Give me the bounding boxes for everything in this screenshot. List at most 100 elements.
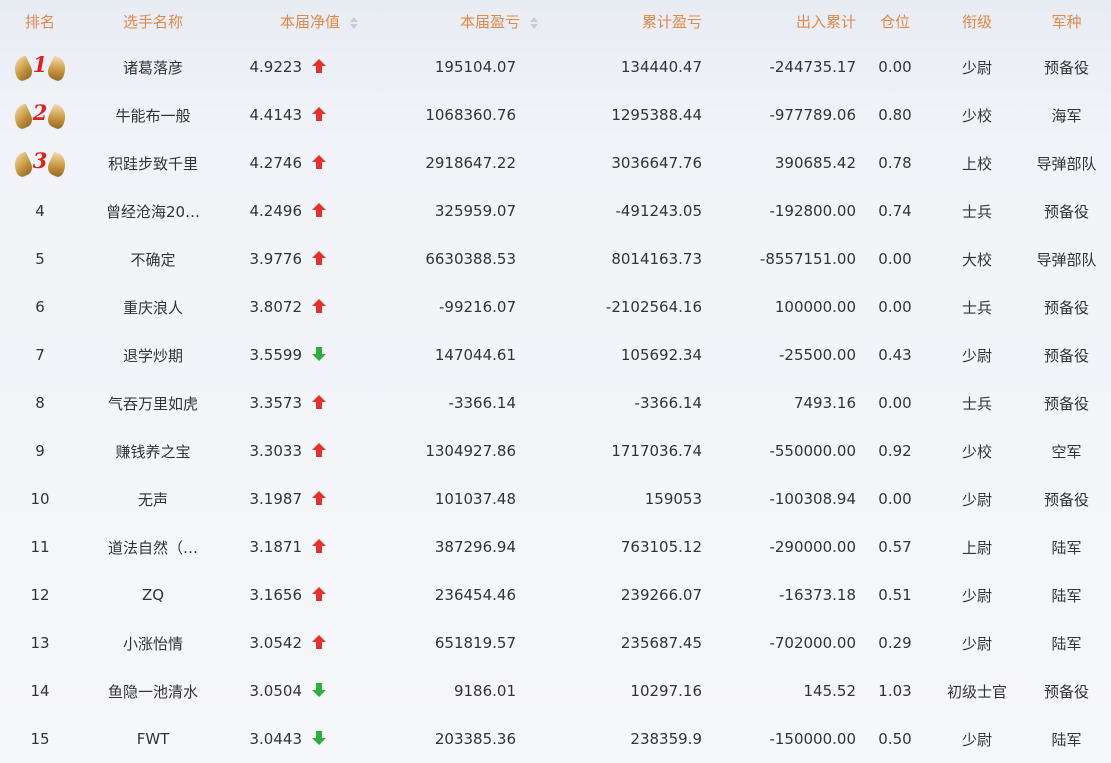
medal-wings-icon: 3 [10, 148, 70, 179]
player-name-text[interactable]: 鱼隐一池清水 [108, 683, 198, 701]
medal-rank-number: 1 [32, 52, 48, 77]
nav-number: 3.1871 [249, 538, 303, 556]
grade-value-text: 少尉 [961, 634, 992, 653]
cumulative-value-text: -491243.05 [615, 202, 702, 220]
position-value: 1.03 [858, 667, 932, 715]
header-row: 排名 选手名称 本届净值 本届盈亏 累计盈亏 出入累计 仓位 衔级 军种 [0, 0, 1111, 43]
table-row[interactable]: 7 退学炒期 3.5599 147044.61 105692.34 -25500.00 0.… [0, 331, 1111, 379]
ranking-table: 排名 选手名称 本届净值 本届盈亏 累计盈亏 出入累计 仓位 衔级 军种 1 诸葛… [0, 0, 1111, 763]
branch-value-text: 预备役 [1043, 490, 1089, 509]
player-name-text[interactable]: 牛能布一般 [115, 107, 190, 125]
header-nav-label[interactable]: 本届净值 [280, 13, 340, 31]
player-name-text[interactable]: 退学炒期 [123, 347, 183, 365]
table-row[interactable]: 14 鱼隐一池清水 3.0504 9186.01 10297.16 145.52 1.03 初… [0, 667, 1111, 715]
position-value-text: 0.00 [878, 298, 912, 316]
position-value-text: 0.50 [878, 730, 912, 748]
table-row[interactable]: 5 不确定 3.9776 6630388.53 8014163.73 -8557151.0… [0, 235, 1111, 283]
table-row[interactable]: 13 小涨怡情 3.0542 651819.57 235687.45 -702000.00… [0, 619, 1111, 667]
table-row[interactable]: 4 曾经沧海20… 4.2496 325959.07 -491243.05 -192800… [0, 187, 1111, 235]
player-name[interactable]: FWT [80, 715, 226, 763]
rank-cell: 15 [0, 715, 80, 763]
branch-value: 空军 [1022, 427, 1111, 475]
table-row[interactable]: 2 牛能布一般 4.4143 1068360.76 1295388.44 -977789.… [0, 91, 1111, 139]
flow-value-text: -977789.06 [769, 106, 856, 124]
player-name-text[interactable]: 赚钱养之宝 [115, 443, 190, 461]
header-branch: 军种 [1022, 0, 1111, 43]
player-name-text[interactable]: 积跬步致千里 [108, 155, 198, 173]
table-row[interactable]: 11 道法自然（… 3.1871 387296.94 763105.12 -290000.… [0, 523, 1111, 571]
grade-value-text: 士兵 [961, 298, 992, 317]
player-name[interactable]: 牛能布一般 [80, 91, 226, 139]
player-name[interactable]: 无声 [80, 475, 226, 523]
position-value-text: 0.00 [878, 490, 912, 508]
branch-value: 陆军 [1022, 523, 1111, 571]
player-name[interactable]: 小涨怡情 [80, 619, 226, 667]
cumulative-value-text: 105692.34 [620, 346, 702, 364]
player-name[interactable]: 道法自然（… [80, 523, 226, 571]
flow-value: -702000.00 [704, 619, 858, 667]
player-name-text[interactable]: 重庆浪人 [123, 299, 183, 317]
sort-icon[interactable] [350, 16, 358, 29]
player-name[interactable]: 赚钱养之宝 [80, 427, 226, 475]
flow-value-text: 145.52 [803, 682, 857, 700]
flow-value-text: -702000.00 [769, 634, 856, 652]
profit-value-text: 387296.94 [434, 538, 516, 556]
header-profit[interactable]: 本届盈亏 [368, 0, 548, 43]
player-name-text[interactable]: 气吞万里如虎 [108, 395, 198, 413]
profit-value-text: 651819.57 [434, 634, 516, 652]
player-name[interactable]: 气吞万里如虎 [80, 379, 226, 427]
player-name[interactable]: 重庆浪人 [80, 283, 226, 331]
header-nav[interactable]: 本届净值 [226, 0, 368, 43]
grade-value-text: 士兵 [961, 394, 992, 413]
player-name[interactable]: 退学炒期 [80, 331, 226, 379]
table-row[interactable]: 3 积跬步致千里 4.2746 2918647.22 3036647.76 390685.… [0, 139, 1111, 187]
player-name-text[interactable]: 道法自然（… [108, 539, 198, 557]
position-value-text: 0.00 [878, 58, 912, 76]
table-row[interactable]: 10 无声 3.1987 101037.48 159053 -100308.94 0.00 少… [0, 475, 1111, 523]
player-name-text[interactable]: ZQ [142, 586, 164, 604]
table-row[interactable]: 9 赚钱养之宝 3.3033 1304927.86 1717036.74 -550000.… [0, 427, 1111, 475]
grade-value-text: 初级士官 [946, 682, 1007, 701]
table-row[interactable]: 8 气吞万里如虎 3.3573 -3366.14 -3366.14 7493.16 0.00… [0, 379, 1111, 427]
player-name-text[interactable]: 不确定 [130, 251, 175, 269]
player-name[interactable]: 鱼隐一池清水 [80, 667, 226, 715]
player-name-text[interactable]: 小涨怡情 [123, 635, 183, 653]
header-profit-label[interactable]: 本届盈亏 [460, 13, 520, 31]
player-name[interactable]: 曾经沧海20… [80, 187, 226, 235]
nav-value: 3.5599 [226, 331, 368, 379]
player-name[interactable]: ZQ [80, 571, 226, 619]
profit-value-text: 101037.48 [434, 490, 516, 508]
grade-value: 上尉 [932, 523, 1022, 571]
cumulative-value-text: 238359.9 [630, 730, 702, 748]
position-value: 0.51 [858, 571, 932, 619]
player-name-text[interactable]: 诸葛落彦 [123, 59, 183, 77]
cumulative-value-text: 159053 [644, 490, 702, 508]
rank-cell: 5 [0, 235, 80, 283]
nav-value: 3.9776 [226, 235, 368, 283]
player-name[interactable]: 积跬步致千里 [80, 139, 226, 187]
position-value: 0.00 [858, 379, 932, 427]
branch-value-text: 预备役 [1043, 682, 1089, 701]
table-row[interactable]: 15 FWT 3.0443 203385.36 238359.9 -150000.00 0.… [0, 715, 1111, 763]
cumulative-value-text: 3036647.76 [611, 154, 702, 172]
grade-value-text: 大校 [961, 250, 992, 269]
cumulative-value-text: 763105.12 [620, 538, 702, 556]
player-name-text[interactable]: 无声 [138, 491, 168, 509]
table-row[interactable]: 12 ZQ 3.1656 236454.46 239266.07 -16373.18 0.5… [0, 571, 1111, 619]
player-name-text[interactable]: 曾经沧海20… [106, 203, 200, 221]
ranking-board: 排名 选手名称 本届净值 本届盈亏 累计盈亏 出入累计 仓位 衔级 军种 1 诸葛… [0, 0, 1111, 763]
medal-rank-number: 2 [32, 100, 48, 125]
position-value: 0.00 [858, 235, 932, 283]
nav-number: 4.4143 [249, 106, 303, 124]
player-name-text[interactable]: FWT [137, 730, 170, 748]
sort-icon[interactable] [530, 16, 538, 29]
branch-value-text: 预备役 [1043, 58, 1089, 77]
player-name[interactable]: 不确定 [80, 235, 226, 283]
table-row[interactable]: 6 重庆浪人 3.8072 -99216.07 -2102564.16 100000.00… [0, 283, 1111, 331]
branch-value: 预备役 [1022, 331, 1111, 379]
grade-value-text: 少校 [961, 442, 992, 461]
player-name[interactable]: 诸葛落彦 [80, 43, 226, 91]
table-row[interactable]: 1 诸葛落彦 4.9223 195104.07 134440.47 -244735.17 0… [0, 43, 1111, 91]
branch-value-text: 陆军 [1051, 730, 1082, 749]
grade-value: 少尉 [932, 331, 1022, 379]
